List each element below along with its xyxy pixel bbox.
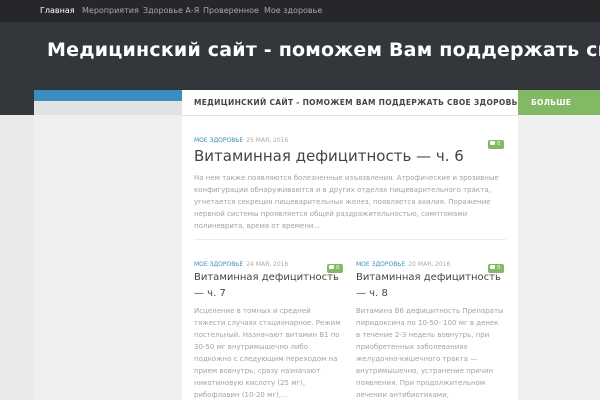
post-date: 20 МАЯ, 2016 <box>408 261 451 268</box>
comment-icon <box>490 265 495 269</box>
post-category-link[interactable]: МОЕ ЗДОРОВЬЕ <box>194 261 243 268</box>
post-title-link[interactable]: Витаминная дефицитность — ч. 6 <box>194 147 464 165</box>
nav-item-events[interactable]: Мероприятия <box>82 0 139 22</box>
post-title-link[interactable]: Витаминная дефицитность — ч. 8 <box>356 270 506 302</box>
post-meta: МОЕ ЗДОРОВЬЕ 25 МАЯ, 2016 <box>194 137 288 144</box>
comment-icon <box>490 141 495 145</box>
post-date: 24 МАЯ, 2016 <box>246 261 289 268</box>
site-header: Медицинский сайт - поможем Вам поддержат… <box>0 22 600 90</box>
nav-item-my-health[interactable]: Мое здоровье <box>264 0 322 22</box>
more-tab-label: БОЛЬШЕ <box>531 98 572 107</box>
post-title-link[interactable]: Витаминная дефицитность — ч. 7 <box>194 270 344 302</box>
comment-icon <box>329 265 334 269</box>
post-date: 25 МАЯ, 2016 <box>246 137 289 144</box>
post-excerpt: Исцеление в томных и средней тяжести слу… <box>194 307 341 399</box>
post-excerpt: На нем также появляются болезненные изъя… <box>194 174 499 230</box>
page-tagline: МЕДИЦИНСКИЙ САЙТ - ПОМОЖЕМ ВАМ ПОДДЕРЖАТ… <box>194 98 524 107</box>
left-sidebar-accent <box>34 90 182 101</box>
left-sidebar-shade <box>34 101 182 115</box>
comment-count: 0 <box>497 141 501 147</box>
main-content: МЕДИЦИНСКИЙ САЙТ - ПОМОЖЕМ ВАМ ПОДДЕРЖАТ… <box>182 90 523 400</box>
right-sidebar: БОЛЬШЕ <box>518 90 600 400</box>
tagline-divider <box>182 115 518 116</box>
nav-item-verified[interactable]: Проверенное <box>203 0 259 22</box>
post-excerpt: Витамина В6 дефицитность Препараты пирид… <box>356 307 504 399</box>
post-category-link[interactable]: МОЕ ЗДОРОВЬЕ <box>194 137 243 144</box>
post-meta: МОЕ ЗДОРОВЬЕ 24 МАЯ, 2016 <box>194 261 288 268</box>
site-title[interactable]: Медицинский сайт - поможем Вам поддержат… <box>47 39 600 61</box>
top-navigation: Главная Мероприятия Здоровье А-Я Провере… <box>0 0 600 22</box>
post-category-link[interactable]: МОЕ ЗДОРОВЬЕ <box>356 261 405 268</box>
post-meta: МОЕ ЗДОРОВЬЕ 20 МАЯ, 2016 <box>356 261 450 268</box>
nav-item-health-a-z[interactable]: Здоровье А-Я <box>143 0 199 22</box>
nav-item-home[interactable]: Главная <box>40 0 75 22</box>
post-divider <box>194 239 506 240</box>
left-sidebar <box>34 90 182 400</box>
comment-count-badge[interactable]: 0 <box>488 140 504 149</box>
more-tab[interactable]: БОЛЬШЕ <box>518 90 600 115</box>
